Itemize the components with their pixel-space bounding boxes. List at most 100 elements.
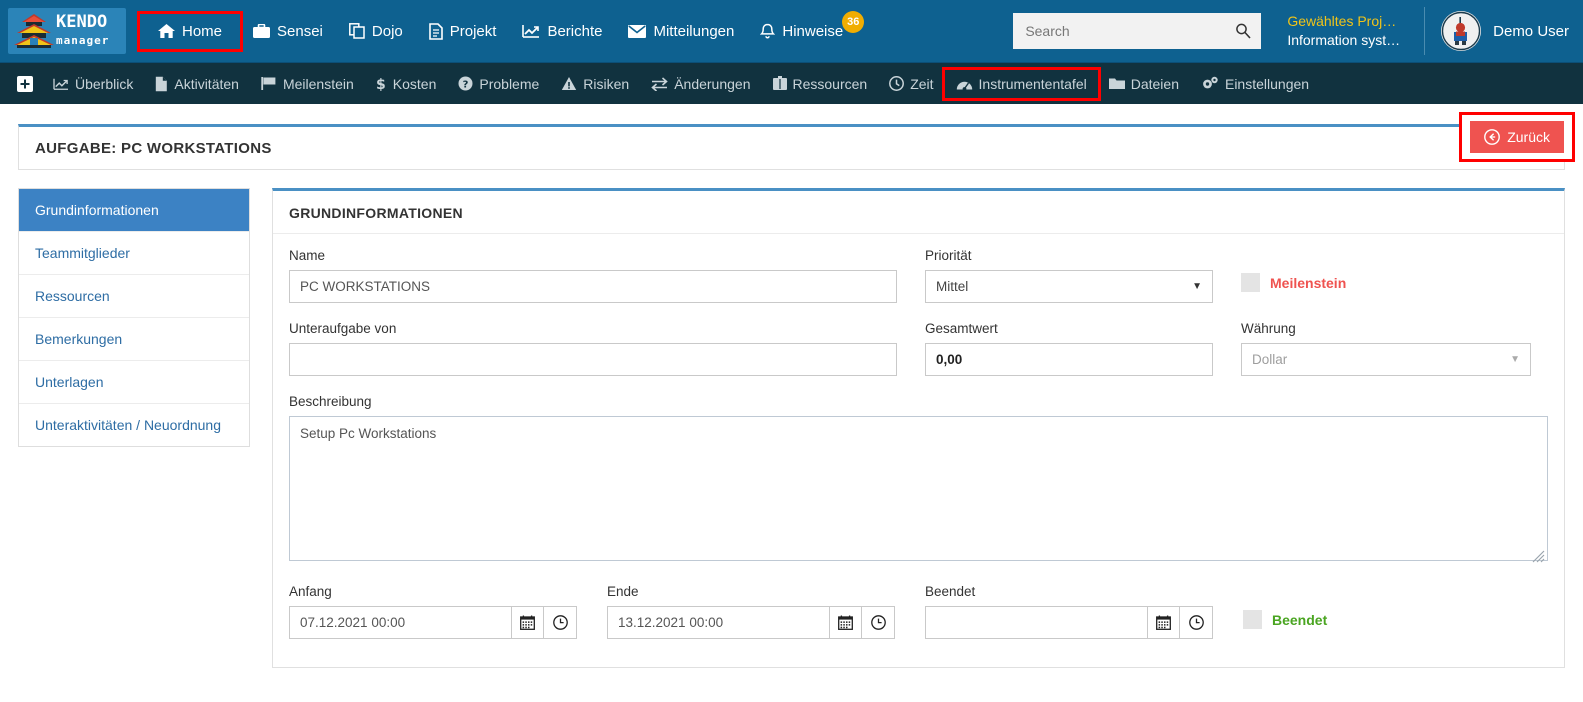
topnav-item-berichte[interactable]: Berichte bbox=[509, 14, 615, 49]
selected-project-label: Gewähltes Proj… bbox=[1287, 13, 1397, 29]
beendet-checkbox[interactable] bbox=[1243, 610, 1262, 629]
topbar-divider bbox=[1424, 7, 1426, 55]
meilenstein-checkbox[interactable] bbox=[1241, 273, 1260, 292]
hinweise-badge: 36 bbox=[842, 10, 865, 33]
beendet-check-label: Beendet bbox=[1272, 611, 1328, 628]
brand-logo[interactable]: KENDO manager bbox=[8, 8, 126, 54]
beendet-calendar-button[interactable] bbox=[1147, 606, 1180, 639]
brand-name: KENDO manager bbox=[56, 13, 109, 50]
beendet-input[interactable] bbox=[925, 606, 1147, 639]
folder-icon bbox=[1108, 77, 1125, 90]
plus-square-icon bbox=[17, 75, 33, 92]
sidebar-item-ressourcen[interactable]: Ressourcen bbox=[19, 275, 249, 318]
name-input[interactable] bbox=[289, 270, 897, 303]
sidebar-item-label: Teammitglieder bbox=[35, 245, 130, 261]
page-content: AUFGABE: PC WORKSTATIONS Zurück Grundinf… bbox=[0, 112, 1583, 668]
subnav-item-probleme[interactable]: ? Probleme bbox=[447, 70, 550, 98]
envelope-icon bbox=[628, 24, 647, 38]
sidebar-item-unterlagen[interactable]: Unterlagen bbox=[19, 361, 249, 404]
topnav-label-home: Home bbox=[182, 22, 223, 40]
waehrung-select[interactable]: Dollar ▼ bbox=[1241, 343, 1531, 376]
file-icon bbox=[428, 22, 443, 40]
anfang-time-button[interactable] bbox=[544, 606, 577, 639]
exchange-icon bbox=[651, 76, 668, 91]
calendar-icon bbox=[520, 615, 535, 630]
ende-input[interactable] bbox=[607, 606, 829, 639]
subnav-item-zeit[interactable]: Zeit bbox=[878, 70, 944, 98]
beschreibung-textarea[interactable] bbox=[289, 416, 1548, 561]
search-input[interactable] bbox=[1023, 22, 1236, 40]
search-icon[interactable] bbox=[1235, 23, 1251, 39]
subnav-item-instrumententafel[interactable]: Instrumententafel bbox=[941, 66, 1101, 101]
back-button-label: Zurück bbox=[1507, 129, 1550, 145]
unteraufgabe-von-input[interactable] bbox=[289, 343, 897, 376]
subnav-item-dateien[interactable]: Dateien bbox=[1098, 70, 1190, 98]
field-label-unteraufgabe-von: Unteraufgabe von bbox=[289, 321, 397, 336]
field-prioritaet: Priorität Mittel ▼ bbox=[925, 248, 1213, 303]
pagoda-logo-icon bbox=[13, 14, 55, 51]
field-anfang: Anfang bbox=[289, 584, 579, 639]
arrow-circle-left-icon bbox=[1484, 129, 1501, 145]
field-waehrung: Währung Dollar ▼ bbox=[1241, 321, 1531, 376]
top-navbar: KENDO manager Home Sensei Dojo Projekt B… bbox=[0, 0, 1583, 62]
subnav-item-ressourcen[interactable]: Ressourcen bbox=[762, 70, 879, 98]
flag-icon bbox=[261, 76, 277, 91]
sidebar-item-grundinformationen[interactable]: Grundinformationen bbox=[19, 189, 249, 232]
topbar-right-group: Gewähltes Proj… Information syst… Demo U… bbox=[1013, 0, 1583, 62]
svg-text:?: ? bbox=[463, 79, 469, 90]
sidebar-item-label: Unteraktivitäten / Neuordnung bbox=[35, 417, 221, 433]
user-name[interactable]: Demo User bbox=[1493, 23, 1583, 40]
page-header: AUFGABE: PC WORKSTATIONS Zurück bbox=[18, 112, 1575, 170]
subnav-item-aktivitaeten[interactable]: Aktivitäten bbox=[144, 70, 250, 98]
subnav-item-uberblick[interactable]: Überblick bbox=[42, 70, 144, 98]
prioritaet-select[interactable]: Mittel ▼ bbox=[925, 270, 1213, 303]
subnav-label-zeit: Zeit bbox=[910, 75, 934, 92]
topnav-item-projekt[interactable]: Projekt bbox=[416, 14, 510, 49]
topnav-item-home[interactable]: Home bbox=[136, 10, 244, 52]
project-subnav: Überblick Aktivitäten Meilenstein $ Kost… bbox=[0, 62, 1583, 104]
sidebar-item-bemerkungen[interactable]: Bemerkungen bbox=[19, 318, 249, 361]
topnav-item-mitteilungen[interactable]: Mitteilungen bbox=[615, 14, 747, 49]
subnav-label-probleme: Probleme bbox=[479, 75, 540, 92]
subnav-item-meilenstein[interactable]: Meilenstein bbox=[250, 70, 365, 98]
subnav-item-aenderungen[interactable]: Änderungen bbox=[640, 70, 761, 98]
search-box[interactable] bbox=[1013, 13, 1262, 49]
gesamtwert-input[interactable] bbox=[925, 343, 1213, 376]
topnav-item-dojo[interactable]: Dojo bbox=[336, 14, 416, 49]
brand-name-main: KENDO bbox=[56, 12, 108, 32]
subnav-item-einstellungen[interactable]: Einstellungen bbox=[1190, 70, 1320, 98]
subnav-item-risiken[interactable]: Risiken bbox=[550, 70, 640, 98]
warning-triangle-icon bbox=[561, 76, 577, 91]
topnav-item-sensei[interactable]: Sensei bbox=[240, 14, 336, 49]
subnav-item-add[interactable] bbox=[8, 70, 42, 98]
task-side-menu: Grundinformationen Teammitglieder Ressou… bbox=[18, 188, 250, 447]
subnav-label-einstellungen: Einstellungen bbox=[1224, 75, 1310, 92]
waehrung-value: Dollar bbox=[1252, 352, 1288, 367]
subnav-label-ressourcen: Ressourcen bbox=[792, 75, 868, 92]
subnav-label-risiken: Risiken bbox=[583, 75, 630, 92]
beendet-time-button[interactable] bbox=[1180, 606, 1213, 639]
subnav-item-kosten[interactable]: $ Kosten bbox=[365, 70, 448, 98]
subnav-label-instrumententafel: Instrumententafel bbox=[978, 75, 1087, 92]
topnav-label-dojo: Dojo bbox=[371, 22, 403, 40]
back-button[interactable]: Zurück bbox=[1470, 121, 1564, 153]
anfang-input[interactable] bbox=[289, 606, 511, 639]
sidebar-item-teammitglieder[interactable]: Teammitglieder bbox=[19, 232, 249, 275]
topnav-item-hinweise[interactable]: Hinweise 36 bbox=[747, 10, 865, 49]
ende-calendar-button[interactable] bbox=[829, 606, 862, 639]
dollar-icon: $ bbox=[376, 76, 387, 92]
suitcase-icon bbox=[772, 76, 787, 91]
topnav-label-hinweise: Hinweise bbox=[782, 22, 844, 40]
avatar[interactable] bbox=[1441, 11, 1482, 51]
field-name: Name bbox=[289, 248, 897, 303]
calendar-icon bbox=[1156, 615, 1171, 630]
field-label-gesamtwert: Gesamtwert bbox=[925, 321, 998, 336]
anfang-calendar-button[interactable] bbox=[511, 606, 544, 639]
anfang-group bbox=[289, 606, 579, 639]
brand-name-sub: manager bbox=[56, 34, 110, 47]
field-label-beschreibung: Beschreibung bbox=[289, 394, 372, 409]
ende-time-button[interactable] bbox=[862, 606, 895, 639]
selected-project-info[interactable]: Gewähltes Proj… Information syst… bbox=[1287, 12, 1400, 50]
sidebar-item-unteraktivitaeten[interactable]: Unteraktivitäten / Neuordnung bbox=[19, 404, 249, 446]
back-button-highlight: Zurück bbox=[1459, 112, 1575, 162]
